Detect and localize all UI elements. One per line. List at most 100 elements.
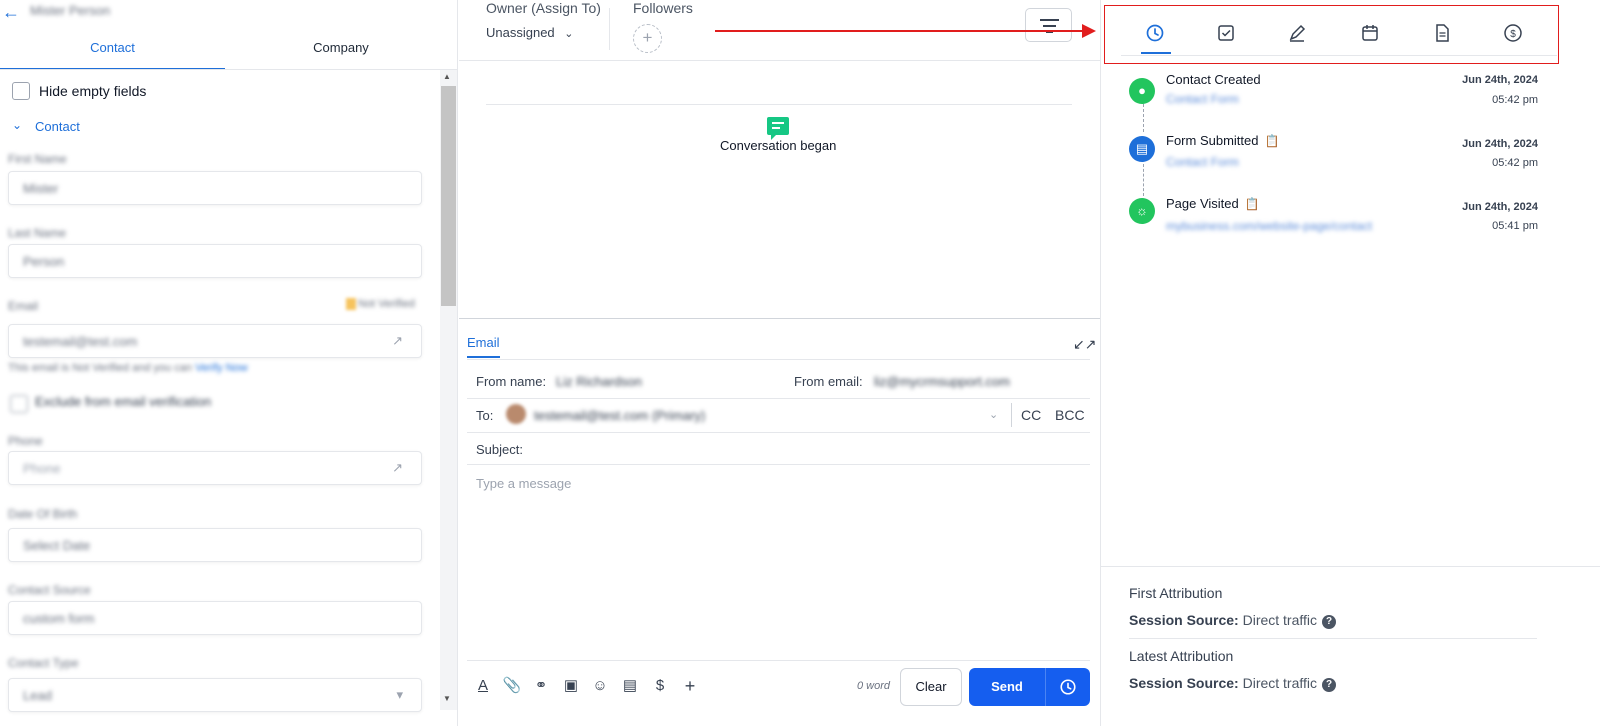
calendar-icon[interactable] [1359,22,1381,44]
conversation-panel: Owner (Assign To) Unassigned ⌄ Followers… [459,0,1100,726]
add-follower-button[interactable]: + [633,24,662,53]
active-tab-indicator [1141,52,1171,54]
text-format-icon[interactable]: A [473,676,493,696]
form-icon: ▤ [1129,136,1155,162]
emoji-icon[interactable]: ☺ [590,676,610,696]
chevron-down-icon[interactable]: ⌄ [12,118,22,132]
chevron-down-icon[interactable]: ⌄ [989,408,998,421]
last-name-label: Last Name [8,226,67,240]
event-time: 05:42 pm [1492,94,1538,106]
arrow-left-icon[interactable]: ← [2,2,22,22]
clipboard-icon[interactable]: 📋 [1264,134,1279,148]
task-icon[interactable] [1215,22,1237,44]
verify-now-link[interactable]: Verify Now [195,362,248,374]
payment-icon[interactable]: $ [1502,22,1524,44]
tab-company[interactable]: Company [226,40,456,70]
annotation-arrow-head [1082,24,1096,38]
dob-value: Select Date [23,538,91,553]
event-date: Jun 24th, 2024 [1462,74,1538,86]
activity-panel: $ ● Contact Created Contact Form Jun 24t… [1100,0,1600,726]
exclude-verification-checkbox[interactable] [10,395,28,413]
to-label: To: [476,408,494,423]
contact-type-field[interactable]: Lead ▾ [8,678,422,712]
activity-icon[interactable] [1144,22,1166,44]
hide-empty-fields-label: Hide empty fields [39,83,147,99]
note-icon[interactable] [1286,22,1308,44]
event-date: Jun 24th, 2024 [1462,138,1538,150]
contact-source-field[interactable]: custom form [8,601,422,635]
bcc-button[interactable]: BCC [1055,407,1085,423]
event-date: Jun 24th, 2024 [1462,201,1538,213]
email-label: Email [8,299,39,313]
email-hint-text: This email is Not Verified and you can [8,362,193,374]
expand-icon[interactable]: ↗ [392,333,403,349]
to-recipient[interactable]: testemail@test.com (Primary) [534,408,705,423]
globe-icon: ☼ [1129,198,1155,224]
last-name-value: Person [23,254,65,269]
first-name-label: First Name [8,152,67,166]
contact-details-panel: ← Mister Person Contact Company Hide emp… [0,0,458,726]
tab-email[interactable]: Email [467,335,500,358]
dollar-icon[interactable]: $ [650,676,670,696]
help-icon[interactable]: ? [1322,678,1337,692]
document-icon[interactable] [1431,22,1453,44]
svg-text:$: $ [1510,29,1516,40]
tab-contact[interactable]: Contact [0,40,225,70]
clipboard-icon[interactable]: 📋 [1245,197,1260,211]
link-icon[interactable]: ⚭ [531,676,551,696]
message-input[interactable]: Type a message [476,476,571,491]
from-name-value[interactable]: Liz Richardson [556,374,642,389]
schedule-icon[interactable] [1059,678,1077,696]
section-toggle-contact[interactable]: Contact [35,119,80,134]
help-icon[interactable]: ? [1322,615,1337,629]
event-title-text: Form Submitted [1166,133,1259,148]
cc-button[interactable]: CC [1021,407,1041,423]
dob-label: Date Of Birth [8,507,78,521]
chevron-down-icon: ⌄ [564,28,574,40]
last-name-field[interactable]: Person [8,244,422,278]
session-source-label: Session Source: [1129,675,1239,691]
user-plus-icon: ● [1129,78,1155,104]
contact-type-value: Lead [23,688,52,703]
clear-button[interactable]: Clear [900,668,962,706]
owner-label: Owner (Assign To) [486,0,601,16]
email-value: testemail@test.com [23,334,138,349]
scrollbar-thumb[interactable] [441,86,456,306]
contact-source-value: custom form [23,611,95,626]
hide-empty-fields-checkbox[interactable] [12,82,30,100]
scroll-down-icon[interactable]: ▼ [443,694,451,703]
phone-field[interactable]: Phone ↗ [8,451,422,485]
subject-input[interactable] [539,436,1079,462]
session-source-label: Session Source: [1129,612,1239,628]
session-source-value: Direct traffic [1242,612,1318,628]
scroll-up-icon[interactable]: ▲ [443,72,451,81]
expand-icon[interactable]: ↗ [392,460,403,476]
template-icon[interactable]: ▤ [620,676,640,696]
followers-label: Followers [633,0,693,16]
event-subtitle[interactable]: Contact Form [1166,92,1239,106]
owner-select[interactable]: Unassigned ⌄ [486,25,574,40]
send-button[interactable]: Send [969,668,1090,706]
chat-bubble-icon [767,117,789,140]
event-subtitle[interactable]: mybusiness.com/website-page/contact [1166,219,1372,233]
event-time: 05:42 pm [1492,157,1538,169]
warning-icon [346,298,356,310]
dropdown-icon[interactable]: ▾ [396,687,403,703]
email-field[interactable]: testemail@test.com ↗ [8,324,422,358]
header-divider-line [459,60,1100,61]
event-title: Page Visited 📋 [1166,196,1260,211]
owner-value: Unassigned [486,25,555,40]
plus-icon[interactable]: + [680,676,700,696]
attachment-icon[interactable]: 📎 [502,676,522,696]
filter-button[interactable] [1025,8,1072,42]
image-icon[interactable]: ▣ [561,676,581,696]
dob-field[interactable]: Select Date [8,528,422,562]
event-subtitle[interactable]: Contact Form [1166,155,1239,169]
event-title: Contact Created [1166,72,1261,87]
collapse-icon[interactable]: ↙↗ [1073,336,1096,353]
event-title: Form Submitted 📋 [1166,133,1279,148]
from-email-value[interactable]: liz@mycrmsupport.com [874,374,1010,389]
send-button-label: Send [991,679,1023,694]
first-name-field[interactable]: Mister [8,171,422,205]
first-attribution-title: First Attribution [1129,585,1223,601]
